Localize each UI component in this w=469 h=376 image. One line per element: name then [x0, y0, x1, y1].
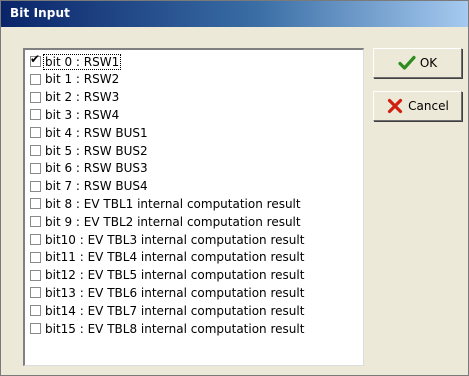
- checklist-item-label: bit 2 : RSW3: [45, 90, 120, 105]
- checkbox[interactable]: [30, 251, 41, 263]
- cancel-button[interactable]: Cancel: [373, 91, 462, 121]
- checklist-item[interactable]: bit15 : EV TBL8 internal computation res…: [30, 320, 305, 337]
- checkbox[interactable]: [30, 234, 41, 245]
- checkbox[interactable]: [30, 180, 41, 192]
- checklist-item[interactable]: bit 3 : RSW4: [30, 106, 120, 123]
- checklist-item-label: bit 6 : RSW BUS3: [45, 161, 148, 176]
- checklist-item[interactable]: bit 2 : RSW3: [30, 89, 120, 106]
- checklist-item[interactable]: bit12 : EV TBL5 internal computation res…: [30, 267, 305, 284]
- checkbox[interactable]: [30, 305, 41, 317]
- checkbox[interactable]: [30, 91, 41, 103]
- checklist-item-label: bit 4 : RSW BUS1: [45, 125, 148, 140]
- checkmark-icon: [398, 55, 416, 70]
- checklist-item[interactable]: bit 5 : RSW BUS2: [30, 142, 149, 159]
- checklist-item[interactable]: bit13 : EV TBL6 internal computation res…: [30, 284, 305, 301]
- bit-input-dialog: Bit Input ✔ bit 0 : RSW1 bit 1 : RSW2 bit 2…: [0, 0, 469, 376]
- checklist-item-label: bit 0 : RSW1: [42, 53, 122, 70]
- checkbox[interactable]: [30, 216, 41, 228]
- checkbox[interactable]: [30, 127, 41, 139]
- cancel-button-label: Cancel: [408, 99, 449, 113]
- checkbox[interactable]: [30, 198, 41, 210]
- checklist-item[interactable]: bit 4 : RSW BUS1: [30, 124, 149, 141]
- checklist-item[interactable]: bit14 : EV TBL7 internal computation res…: [30, 302, 305, 319]
- checklist-item-label: bit15 : EV TBL8 internal computation res…: [45, 321, 305, 336]
- bit-checklist[interactable]: ✔ bit 0 : RSW1 bit 1 : RSW2 bit 2 : RSW3 bit…: [23, 48, 364, 366]
- checklist-item-label: bit 3 : RSW4: [45, 107, 120, 122]
- checkbox[interactable]: [30, 287, 41, 299]
- checklist-item-label: bit 5 : RSW BUS2: [45, 143, 148, 158]
- checkbox[interactable]: [30, 145, 41, 156]
- checklist-item[interactable]: bit 6 : RSW BUS3: [30, 160, 149, 177]
- checkbox[interactable]: [30, 73, 41, 85]
- checklist-item-label: bit 8 : EV TBL1 internal computation res…: [45, 196, 301, 211]
- checklist-item-label: bit 7 : RSW BUS4: [45, 179, 148, 194]
- ok-button[interactable]: OK: [373, 48, 462, 78]
- checklist-item-label: bit12 : EV TBL5 internal computation res…: [45, 268, 305, 283]
- checklist-item[interactable]: bit 1 : RSW2: [30, 71, 120, 88]
- window-title: Bit Input: [10, 6, 70, 20]
- checklist-item-label: bit11 : EV TBL4 internal computation res…: [45, 250, 305, 265]
- checklist-item[interactable]: ✔ bit 0 : RSW1: [30, 52, 122, 70]
- red-x-icon: [388, 98, 403, 114]
- checkbox[interactable]: [30, 269, 41, 281]
- checkbox[interactable]: [30, 162, 41, 174]
- checklist-item-label: bit14 : EV TBL7 internal computation res…: [45, 303, 305, 318]
- checkbox[interactable]: ✔: [30, 52, 41, 67]
- check-mark-icon: ✔: [30, 52, 41, 66]
- checklist-item-label: bit 9 : EV TBL2 internal computation res…: [45, 214, 301, 229]
- checklist-item[interactable]: bit 8 : EV TBL1 internal computation res…: [30, 195, 302, 212]
- checklist-item[interactable]: bit 9 : EV TBL2 internal computation res…: [30, 213, 302, 230]
- ok-button-label: OK: [419, 56, 438, 70]
- checkbox[interactable]: [30, 109, 41, 121]
- checklist-item[interactable]: bit 7 : RSW BUS4: [30, 178, 149, 195]
- checklist-item-label: bit10 : EV TBL3 internal computation res…: [45, 232, 305, 247]
- checklist-item[interactable]: bit10 : EV TBL3 internal computation res…: [30, 231, 305, 248]
- title-bar[interactable]: Bit Input: [1, 1, 468, 27]
- checklist-item[interactable]: bit11 : EV TBL4 internal computation res…: [30, 249, 305, 266]
- checkbox[interactable]: [30, 323, 41, 334]
- checklist-item-label: bit13 : EV TBL6 internal computation res…: [45, 285, 305, 300]
- checklist-item-label: bit 1 : RSW2: [45, 72, 120, 87]
